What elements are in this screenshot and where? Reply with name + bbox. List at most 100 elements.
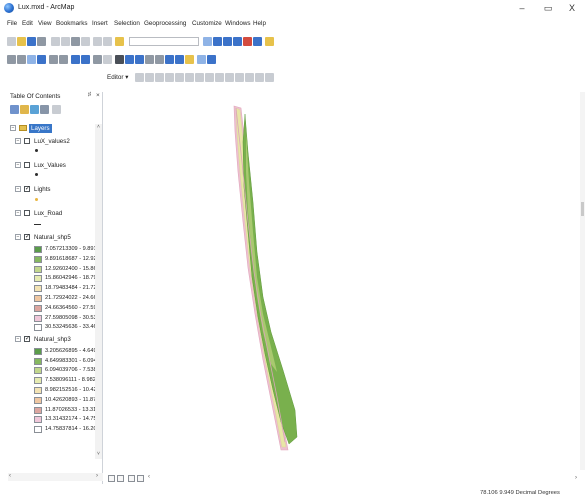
menu-insert[interactable]: Insert — [92, 20, 108, 27]
create-viewer-window-icon[interactable] — [207, 55, 216, 64]
fixed-zoom-in-icon[interactable] — [49, 55, 58, 64]
layer-name[interactable]: LuX_values2 — [34, 137, 70, 146]
menu-edit[interactable]: Edit — [22, 20, 33, 27]
layer-row[interactable]: − Lux_Road — [8, 209, 94, 218]
layer-visibility-checkbox[interactable]: ✓ — [24, 186, 30, 192]
find-route-icon[interactable] — [175, 55, 184, 64]
collapse-icon[interactable]: − — [15, 210, 21, 217]
python-window-icon[interactable] — [253, 37, 262, 46]
search-window-icon[interactable] — [233, 37, 242, 46]
map-scroll-left-icon[interactable]: ‹ — [148, 474, 150, 480]
layer-name[interactable]: Lux_Road — [34, 209, 62, 218]
identify-icon[interactable] — [125, 55, 134, 64]
map-vertical-scrollbar[interactable] — [580, 92, 585, 470]
zoom-in-icon[interactable] — [7, 55, 16, 64]
pan-icon[interactable] — [27, 55, 36, 64]
time-slider-icon[interactable] — [197, 55, 206, 64]
refresh-icon[interactable] — [128, 475, 135, 482]
menu-windows[interactable]: Windows — [225, 20, 251, 27]
new-document-icon[interactable] — [7, 37, 16, 46]
redo-icon[interactable] — [103, 37, 112, 46]
map-display[interactable] — [105, 92, 580, 470]
layer-visibility-checkbox[interactable] — [24, 161, 30, 168]
scroll-right-icon[interactable]: › — [96, 473, 98, 479]
point-icon[interactable] — [185, 73, 194, 82]
catalog-window-icon[interactable] — [223, 37, 232, 46]
menu-view[interactable]: View — [38, 20, 52, 27]
layer-row[interactable]: − LuX_values2 — [8, 137, 94, 146]
list-by-visibility-icon[interactable] — [30, 105, 39, 114]
straight-segment-icon[interactable] — [155, 73, 164, 82]
menu-selection[interactable]: Selection — [114, 20, 140, 27]
cut-icon[interactable] — [51, 37, 60, 46]
list-by-drawing-order-icon[interactable] — [10, 105, 19, 114]
layer-row[interactable]: − ✓ Natural_shp3 — [8, 335, 94, 344]
arctoolbox-icon[interactable] — [243, 37, 252, 46]
back-extent-icon[interactable] — [71, 55, 80, 64]
menu-customize[interactable]: Customize — [192, 20, 222, 27]
rotate-icon[interactable] — [235, 73, 244, 82]
layer-row[interactable]: − ✓ Lights — [8, 185, 94, 194]
delete-icon[interactable] — [81, 37, 90, 46]
menu-geoprocessing[interactable]: Geoprocessing — [144, 20, 186, 27]
select-elements-icon[interactable] — [115, 55, 124, 64]
scroll-down-icon[interactable]: ˅ — [95, 451, 102, 458]
select-features-icon[interactable] — [93, 55, 102, 64]
menu-bookmarks[interactable]: Bookmarks — [56, 20, 88, 27]
scroll-left-icon[interactable]: ‹ — [9, 473, 11, 479]
layer-name[interactable]: Natural_shp5 — [34, 233, 71, 242]
layer-row[interactable]: − ✓ Natural_shp5 — [8, 233, 94, 242]
scroll-up-icon[interactable]: ˄ — [95, 124, 102, 131]
full-extent-icon[interactable] — [37, 55, 46, 64]
data-view-icon[interactable] — [108, 475, 115, 482]
hyperlink-icon[interactable] — [135, 55, 144, 64]
add-data-icon[interactable] — [115, 37, 124, 46]
go-to-xy-icon[interactable] — [185, 55, 194, 64]
collapse-icon[interactable]: − — [10, 125, 16, 131]
create-features-icon[interactable] — [265, 73, 274, 82]
layer-row[interactable]: − Lux_Values — [8, 161, 94, 170]
menu-help[interactable]: Help — [253, 20, 266, 27]
maximize-button[interactable]: ▭ — [540, 2, 556, 14]
end-point-arc-icon[interactable] — [165, 73, 174, 82]
collapse-icon[interactable]: − — [15, 234, 21, 241]
layers-root-label[interactable]: Layers — [29, 124, 52, 133]
edit-annotation-icon[interactable] — [145, 73, 154, 82]
collapse-icon[interactable]: − — [15, 161, 21, 168]
editor-menu-button[interactable]: Editor ▾ — [107, 74, 128, 81]
map-scale-dropdown[interactable] — [129, 37, 199, 46]
attributes-icon[interactable] — [245, 73, 254, 82]
layer-visibility-checkbox[interactable] — [24, 210, 30, 217]
trace-icon[interactable] — [175, 73, 184, 82]
open-folder-icon[interactable] — [17, 37, 26, 46]
sketch-properties-icon[interactable] — [255, 73, 264, 82]
toc-horizontal-scrollbar[interactable]: ‹ › — [8, 473, 103, 481]
undo-icon[interactable] — [93, 37, 102, 46]
measure-icon[interactable] — [155, 55, 164, 64]
collapse-icon[interactable]: − — [15, 336, 21, 343]
layer-name[interactable]: Lux_Values — [34, 161, 66, 170]
map-scroll-thumb[interactable] — [581, 202, 584, 216]
pause-drawing-icon[interactable] — [137, 475, 144, 482]
layer-name[interactable]: Natural_shp3 — [34, 335, 71, 344]
pin-icon[interactable]: ♯ — [88, 92, 91, 98]
map-scroll-right-icon[interactable]: › — [575, 475, 577, 481]
close-button[interactable]: X — [564, 2, 580, 14]
menu-file[interactable]: File — [7, 20, 17, 27]
layer-visibility-checkbox[interactable]: ✓ — [24, 234, 30, 241]
toc-close-icon[interactable]: × — [96, 92, 100, 99]
fixed-zoom-out-icon[interactable] — [59, 55, 68, 64]
cut-polygons-icon[interactable] — [215, 73, 224, 82]
layer-name[interactable]: Lights — [34, 185, 51, 194]
copy-icon[interactable] — [61, 37, 70, 46]
list-by-selection-icon[interactable] — [40, 105, 49, 114]
model-builder-icon[interactable] — [265, 37, 274, 46]
editor-toolbar-icon[interactable] — [203, 37, 212, 46]
layer-visibility-checkbox[interactable]: ✓ — [24, 336, 30, 343]
edit-vertices-icon[interactable] — [195, 73, 204, 82]
minimize-button[interactable]: – — [514, 2, 530, 14]
collapse-icon[interactable]: − — [15, 186, 21, 192]
find-icon[interactable] — [165, 55, 174, 64]
collapse-icon[interactable]: − — [15, 137, 21, 144]
forward-extent-icon[interactable] — [81, 55, 90, 64]
